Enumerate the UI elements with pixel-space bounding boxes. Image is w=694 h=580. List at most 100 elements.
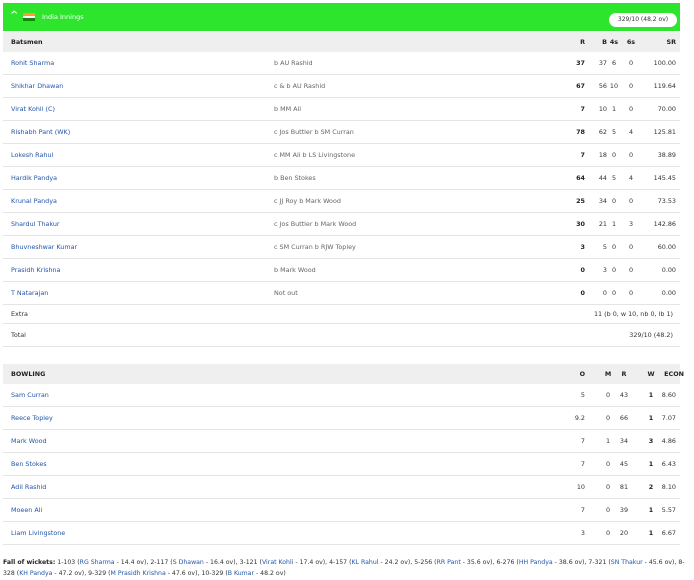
wicket-score-text: 5-256 ( bbox=[414, 559, 437, 566]
batsman-name-link[interactable]: Hardik Pandya bbox=[11, 167, 57, 189]
col-strike-rate-heading: SR bbox=[666, 38, 676, 46]
runs-value: 64 bbox=[576, 174, 585, 182]
wicket-score-text: 7-321 ( bbox=[588, 559, 611, 566]
batsmen-heading: Batsmen bbox=[11, 38, 43, 46]
bowling-row: Moeen Ali 7 0 39 1 5.57 bbox=[3, 499, 680, 522]
runs-conceded-value: 81 bbox=[619, 483, 629, 491]
strike-rate-value: 145.45 bbox=[653, 174, 676, 182]
overs-value: 7 bbox=[580, 460, 585, 468]
batsman-name-link[interactable]: Lokesh Rahul bbox=[11, 144, 53, 166]
extras-label: Extra bbox=[11, 310, 28, 318]
balls-value: 56 bbox=[598, 82, 607, 90]
wicket-score-text: 6-276 ( bbox=[496, 559, 519, 566]
batting-row: Rohit Sharma b AU Rashid 37 37 6 0 100.00 bbox=[3, 52, 680, 75]
maidens-value: 0 bbox=[605, 529, 611, 537]
bowler-name-link[interactable]: Sam Curran bbox=[11, 384, 49, 406]
wickets-value: 1 bbox=[648, 391, 654, 399]
strike-rate-value: 70.00 bbox=[657, 105, 676, 113]
runs-value: 0 bbox=[580, 266, 585, 274]
runs-value: 37 bbox=[576, 59, 585, 67]
dismissed-player-link[interactable]: Virat Kohli bbox=[262, 559, 293, 566]
sixes-value: 0 bbox=[628, 82, 634, 90]
bowling-row: Ben Stokes 7 0 45 1 6.43 bbox=[3, 453, 680, 476]
balls-value: 62 bbox=[598, 128, 607, 136]
batsman-name-link[interactable]: Prasidh Krishna bbox=[11, 259, 60, 281]
wickets-value: 1 bbox=[648, 529, 654, 537]
batsman-name-link[interactable]: Shikhar Dhawan bbox=[11, 75, 63, 97]
wicket-score-text: 1-103 ( bbox=[57, 559, 80, 566]
dismissed-player-link[interactable]: M Prasidh Krishna bbox=[111, 570, 166, 577]
balls-value: 34 bbox=[598, 197, 607, 205]
wicket-score-text: 3-121 ( bbox=[239, 559, 262, 566]
india-flag-icon bbox=[23, 13, 35, 21]
dismissed-player-link[interactable]: KL Rahul bbox=[352, 559, 379, 566]
economy-value: 4.86 bbox=[661, 437, 676, 445]
strike-rate-value: 119.64 bbox=[653, 82, 676, 90]
batsman-name-link[interactable]: T Natarajan bbox=[11, 282, 48, 304]
batsman-name-link[interactable]: Rishabh Pant (WK) bbox=[11, 121, 70, 143]
col-fours-heading: 4s bbox=[609, 38, 619, 46]
batsman-name-link[interactable]: Krunal Pandya bbox=[11, 190, 57, 212]
strike-rate-value: 73.53 bbox=[657, 197, 676, 205]
batsman-name-link[interactable]: Bhuvneshwar Kumar bbox=[11, 236, 77, 258]
fours-value: 0 bbox=[611, 289, 617, 297]
batting-header-row: Batsmen R B 4s 6s SR bbox=[3, 32, 680, 52]
balls-value: 18 bbox=[598, 151, 607, 159]
runs-conceded-value: 43 bbox=[619, 391, 629, 399]
fall-of-wickets-label: Fall of wickets: bbox=[3, 559, 56, 566]
bowling-row: Sam Curran 5 0 43 1 8.60 bbox=[3, 384, 680, 407]
wickets-value: 3 bbox=[648, 437, 654, 445]
dismissed-player-link[interactable]: B Kumar bbox=[228, 570, 254, 577]
runs-conceded-value: 34 bbox=[619, 437, 629, 445]
bowler-name-link[interactable]: Reece Topley bbox=[11, 407, 53, 429]
sixes-value: 0 bbox=[628, 105, 634, 113]
overs-value: 3 bbox=[580, 529, 585, 537]
extras-value: 11 (b 0, w 10, nb 0, lb 1) bbox=[593, 310, 673, 318]
runs-value: 3 bbox=[580, 243, 585, 251]
batting-row: Shardul Thakur c Jos Buttler b Mark Wood 3… bbox=[3, 213, 680, 236]
batsman-name-link[interactable]: Rohit Sharma bbox=[11, 52, 54, 74]
chevron-up-icon[interactable]: ^ bbox=[10, 11, 18, 21]
sixes-value: 0 bbox=[628, 151, 634, 159]
batting-row: Krunal Pandya c JJ Roy b Mark Wood 25 34 0 0 7… bbox=[3, 190, 680, 213]
runs-value: 30 bbox=[576, 220, 585, 228]
runs-conceded-value: 39 bbox=[619, 506, 629, 514]
fours-value: 0 bbox=[611, 151, 617, 159]
runs-conceded-value: 20 bbox=[619, 529, 629, 537]
dismissed-player-link[interactable]: RR Pant bbox=[437, 559, 461, 566]
dismissed-player-link[interactable]: HH Pandya bbox=[519, 559, 553, 566]
sixes-value: 0 bbox=[628, 289, 634, 297]
wicket-over-text: - 47.2 ov), bbox=[52, 570, 89, 577]
runs-value: 25 bbox=[576, 197, 585, 205]
dismissal-text: c Jos Buttler b Mark Wood bbox=[274, 220, 357, 228]
wicket-over-text: - 14.4 ov), bbox=[114, 559, 151, 566]
dismissed-player-link[interactable]: S Dhawan bbox=[173, 559, 204, 566]
bowler-name-link[interactable]: Moeen Ali bbox=[11, 499, 42, 521]
dismissal-text: Not out bbox=[274, 289, 298, 297]
dismissed-player-link[interactable]: RG Sharma bbox=[80, 559, 115, 566]
bowler-name-link[interactable]: Liam Livingstone bbox=[11, 522, 65, 544]
maidens-value: 0 bbox=[605, 506, 611, 514]
bowler-name-link[interactable]: Mark Wood bbox=[11, 430, 47, 452]
batsman-name-link[interactable]: Shardul Thakur bbox=[11, 213, 60, 235]
overs-value: 7 bbox=[580, 506, 585, 514]
wicket-over-text: - 35.6 ov), bbox=[460, 559, 497, 566]
wickets-value: 1 bbox=[648, 460, 654, 468]
sixes-value: 3 bbox=[628, 220, 634, 228]
wickets-value: 2 bbox=[648, 483, 654, 491]
total-value: 329/10 (48.2) bbox=[629, 331, 673, 339]
dismissal-text: b Ben Stokes bbox=[274, 174, 316, 182]
economy-value: 6.43 bbox=[661, 460, 676, 468]
dismissed-player-link[interactable]: KH Pandya bbox=[19, 570, 52, 577]
batsman-name-link[interactable]: Virat Kohli (C) bbox=[11, 98, 55, 120]
balls-value: 44 bbox=[598, 174, 607, 182]
bowler-name-link[interactable]: Ben Stokes bbox=[11, 453, 47, 475]
dismissal-text: b AU Rashid bbox=[274, 59, 313, 67]
bowling-heading: BOWLING bbox=[11, 370, 46, 378]
balls-value: 10 bbox=[598, 105, 607, 113]
dismissed-player-link[interactable]: SN Thakur bbox=[611, 559, 643, 566]
innings-header[interactable]: ^ India Innings 329/10 (48.2 ov) bbox=[3, 3, 680, 31]
bowler-name-link[interactable]: Adil Rashid bbox=[11, 476, 46, 498]
innings-title: India Innings bbox=[42, 13, 84, 21]
innings-score-badge: 329/10 (48.2 ov) bbox=[609, 13, 677, 27]
